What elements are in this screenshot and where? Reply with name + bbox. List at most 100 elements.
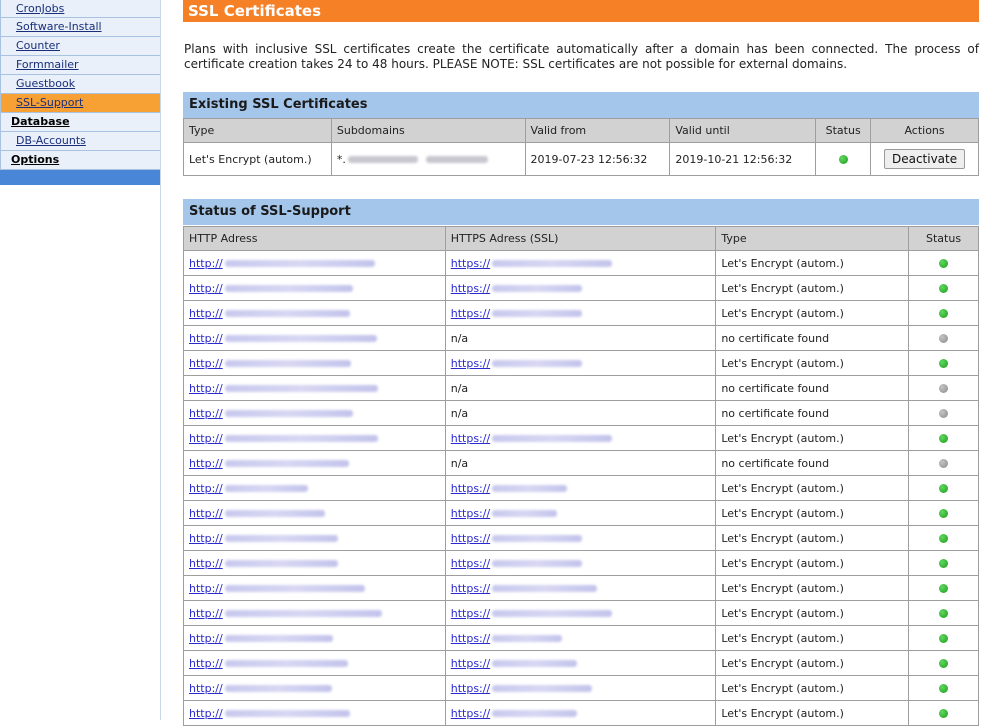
redacted-domain xyxy=(492,660,578,667)
sidebar-item-counter[interactable]: Counter xyxy=(0,37,160,56)
redacted-subdomain xyxy=(347,156,418,163)
main-content: SSL Certificates Plans with inclusive SS… xyxy=(183,0,979,726)
https-address-link[interactable]: https:// xyxy=(451,432,613,445)
deactivate-button[interactable]: Deactivate xyxy=(883,149,966,169)
https-address-link[interactable]: https:// xyxy=(451,507,558,520)
https-address-cell: https:// xyxy=(444,300,717,326)
redacted-domain xyxy=(224,710,350,717)
ssl-status-row: http:// https:// Let's Encrypt (autom.) xyxy=(183,575,979,601)
http-address-link[interactable]: http:// xyxy=(189,482,308,495)
sidebar-item-guestbook[interactable]: Guestbook xyxy=(0,75,160,94)
http-prefix: http:// xyxy=(189,406,223,420)
https-address-link[interactable]: https:// xyxy=(451,682,593,695)
https-address-link[interactable]: https:// xyxy=(451,657,578,670)
https-address-cell: https:// xyxy=(444,275,717,301)
redacted-domain xyxy=(224,335,377,342)
sidebar-item-software-install[interactable]: Software-Install xyxy=(0,18,160,37)
https-address-link[interactable]: https:// xyxy=(451,482,568,495)
ssl-status-title: Status of SSL-Support xyxy=(183,199,979,225)
redacted-domain xyxy=(224,610,382,617)
http-address-link[interactable]: http:// xyxy=(189,682,332,695)
ssl-type-cell: Let's Encrypt (autom.) xyxy=(715,675,910,701)
redacted-domain xyxy=(492,310,583,317)
ssl-status-cell xyxy=(908,450,979,476)
redacted-domain xyxy=(492,710,578,717)
col-header-type: Type xyxy=(183,118,332,143)
redacted-domain xyxy=(224,310,350,317)
https-na: n/a xyxy=(450,456,469,470)
ssl-status-row: http:// https:// Let's Encrypt (autom.) xyxy=(183,250,979,276)
http-address-cell: http:// xyxy=(183,700,446,726)
sidebar-item-label[interactable]: Software-Install xyxy=(16,20,102,33)
http-address-cell: http:// xyxy=(183,300,446,326)
sidebar-item-database[interactable]: Database xyxy=(0,113,160,132)
sidebar-item-label[interactable]: Database xyxy=(11,115,70,128)
cert-type: Let's Encrypt (autom.) xyxy=(183,142,332,176)
existing-certs-table: Type Subdomains Valid from Valid until S… xyxy=(183,118,979,176)
http-address-link[interactable]: http:// xyxy=(189,282,353,295)
status-active-icon xyxy=(939,684,949,693)
http-address-link[interactable]: http:// xyxy=(189,332,377,345)
http-prefix: http:// xyxy=(189,631,223,645)
redacted-domain xyxy=(492,610,613,617)
ssl-status-row: http:// https:// Let's Encrypt (autom.) xyxy=(183,675,979,701)
https-address-link[interactable]: https:// xyxy=(451,582,598,595)
ssl-status-header-row: HTTP Adress HTTPS Adress (SSL) Type Stat… xyxy=(183,226,979,251)
http-address-link[interactable]: http:// xyxy=(189,707,350,720)
https-address-link[interactable]: https:// xyxy=(451,557,583,570)
https-address-link[interactable]: https:// xyxy=(451,257,613,270)
ssl-type-cell: Let's Encrypt (autom.) xyxy=(715,625,910,651)
http-prefix: http:// xyxy=(189,581,223,595)
http-address-link[interactable]: http:// xyxy=(189,382,378,395)
sidebar-item-label[interactable]: Formmailer xyxy=(16,58,79,71)
sidebar-item-cronjobs[interactable]: CronJobs xyxy=(0,0,160,18)
sidebar-item-options[interactable]: Options xyxy=(0,151,160,170)
sidebar-item-label[interactable]: DB-Accounts xyxy=(16,134,86,147)
https-address-cell: https:// xyxy=(444,350,717,376)
sidebar-item-label[interactable]: Guestbook xyxy=(16,77,75,90)
http-address-cell: http:// xyxy=(183,450,446,476)
ssl-status-cell xyxy=(908,250,979,276)
http-address-link[interactable]: http:// xyxy=(189,557,338,570)
ssl-status-cell xyxy=(908,400,979,426)
http-address-link[interactable]: http:// xyxy=(189,407,353,420)
status-active-icon xyxy=(939,709,949,718)
http-prefix: http:// xyxy=(189,506,223,520)
https-address-link[interactable]: https:// xyxy=(451,707,578,720)
http-address-link[interactable]: http:// xyxy=(189,582,365,595)
http-address-link[interactable]: http:// xyxy=(189,457,349,470)
https-address-link[interactable]: https:// xyxy=(451,282,583,295)
http-address-link[interactable]: http:// xyxy=(189,657,348,670)
http-address-link[interactable]: http:// xyxy=(189,432,378,445)
ssl-type-cell: Let's Encrypt (autom.) xyxy=(715,475,910,501)
https-address-link[interactable]: https:// xyxy=(451,307,583,320)
http-address-link[interactable]: http:// xyxy=(189,307,350,320)
http-address-link[interactable]: http:// xyxy=(189,507,325,520)
https-address-link[interactable]: https:// xyxy=(450,606,613,620)
sidebar-item-label[interactable]: Counter xyxy=(16,39,60,52)
https-prefix: https:// xyxy=(450,606,491,620)
redacted-domain xyxy=(224,660,348,667)
sidebar-item-label[interactable]: SSL-Support xyxy=(16,96,83,109)
sidebar-item-db-accounts[interactable]: DB-Accounts xyxy=(0,132,160,151)
http-address-link[interactable]: http:// xyxy=(189,357,351,370)
ssl-type-cell: Let's Encrypt (autom.) xyxy=(715,525,910,551)
sidebar-item-formmailer[interactable]: Formmailer xyxy=(0,56,160,75)
sidebar-item-label[interactable]: CronJobs xyxy=(16,2,64,15)
sidebar-item-label[interactable]: Options xyxy=(11,153,59,166)
http-address-link[interactable]: http:// xyxy=(189,257,375,270)
redacted-domain xyxy=(492,535,583,542)
ssl-status-row: http:// https:// Let's Encrypt (autom.) xyxy=(183,550,979,576)
https-address-link[interactable]: https:// xyxy=(451,632,563,645)
ssl-status-cell xyxy=(908,525,979,551)
http-prefix: http:// xyxy=(189,306,223,320)
ssl-type-cell: Let's Encrypt (autom.) xyxy=(715,275,910,301)
sidebar-item-ssl-support[interactable]: SSL-Support xyxy=(0,94,160,113)
https-address-link[interactable]: https:// xyxy=(451,357,583,370)
http-address-link[interactable]: http:// xyxy=(189,607,382,620)
http-prefix: http:// xyxy=(189,606,223,620)
page-title: SSL Certificates xyxy=(183,0,979,22)
https-address-link[interactable]: https:// xyxy=(451,532,583,545)
http-address-link[interactable]: http:// xyxy=(189,632,333,645)
http-address-link[interactable]: http:// xyxy=(189,532,338,545)
